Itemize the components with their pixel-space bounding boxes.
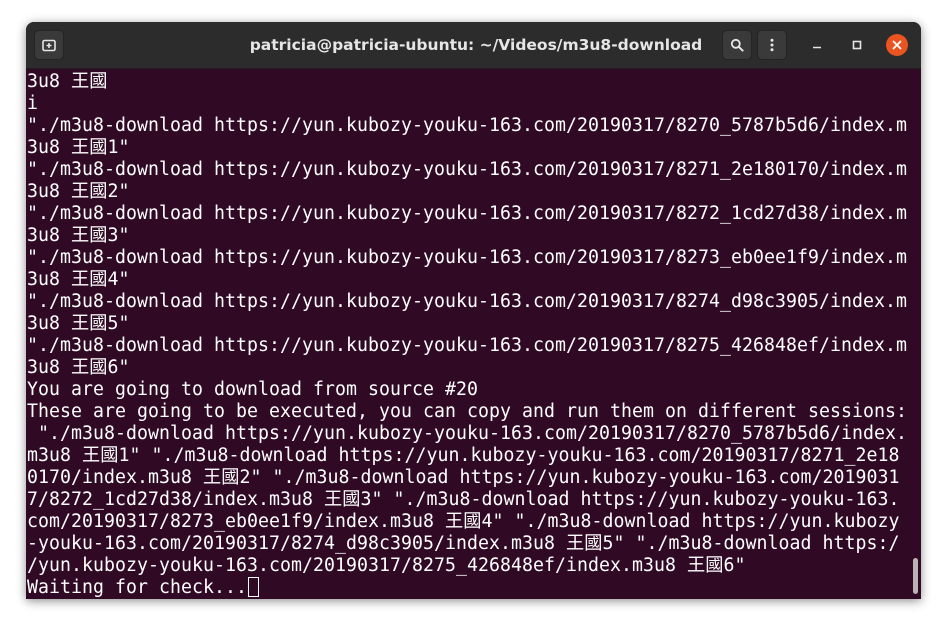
terminal-line: -youku-163.com/20190317/8274_d98c3905/in… [27, 533, 900, 554]
search-button[interactable] [722, 30, 752, 60]
kebab-menu-icon [770, 38, 774, 52]
terminal-line: "./m3u8-download https://yun.kubozy-youk… [27, 335, 907, 356]
terminal-line: i [27, 93, 38, 114]
terminal-line: 3u8 王國 [27, 71, 108, 92]
terminal-line: 3u8 王國2" [27, 181, 130, 202]
terminal-line: "./m3u8-download https://yun.kubozy-youk… [27, 159, 907, 180]
terminal-output-area[interactable]: 3u8 王國 i "./m3u8-download https://yun.ku… [26, 69, 921, 599]
maximize-button[interactable] [846, 34, 868, 56]
terminal-line: 7/8272_1cd27d38/index.m3u8 王國3" "./m3u8-… [27, 489, 900, 510]
terminal-line: /yun.kubozy-youku-163.com/20190317/8275_… [27, 555, 746, 576]
terminal-line: com/20190317/8273_eb0ee1f9/index.m3u8 王國… [27, 511, 900, 532]
terminal-window: patricia@patricia-ubuntu: ~/Videos/m3u8-… [26, 22, 921, 599]
minimize-icon [813, 46, 821, 49]
terminal-line: 3u8 王國3" [27, 225, 130, 246]
prompt-text: Waiting for check... [27, 577, 247, 598]
terminal-line: "./m3u8-download https://yun.kubozy-youk… [27, 203, 907, 224]
terminal-line: 3u8 王國6" [27, 357, 130, 378]
search-icon [730, 38, 744, 52]
maximize-icon [852, 40, 862, 50]
scrollbar[interactable] [910, 69, 921, 599]
terminal-line: 3u8 王國1" [27, 137, 130, 158]
window-title: patricia@patricia-ubuntu: ~/Videos/m3u8-… [249, 36, 703, 54]
terminal-line: You are going to download from source #2… [27, 379, 478, 400]
close-icon [892, 40, 902, 50]
terminal-line: "./m3u8-download https://yun.kubozy-youk… [27, 291, 907, 312]
terminal-line: 3u8 王國4" [27, 269, 130, 290]
menu-button[interactable] [757, 30, 787, 60]
terminal-line: "./m3u8-download https://yun.kubozy-youk… [27, 115, 907, 136]
close-button[interactable] [886, 34, 908, 56]
new-tab-button[interactable] [34, 30, 64, 60]
terminal-line: m3u8 王國1" "./m3u8-download https://yun.k… [27, 445, 900, 466]
text-cursor [248, 577, 259, 597]
terminal-line: 0170/index.m3u8 王國2" "./m3u8-download ht… [27, 467, 900, 488]
title-bar[interactable]: patricia@patricia-ubuntu: ~/Videos/m3u8-… [26, 22, 921, 69]
terminal-line: "./m3u8-download https://yun.kubozy-youk… [27, 247, 907, 268]
terminal-line: These are going to be executed, you can … [27, 401, 907, 422]
terminal-text: 3u8 王國 i "./m3u8-download https://yun.ku… [27, 71, 911, 599]
terminal-prompt-line: Waiting for check... [27, 577, 911, 599]
scrollbar-thumb[interactable] [913, 558, 918, 594]
minimize-button[interactable] [806, 34, 828, 56]
terminal-line: 3u8 王國5" [27, 313, 130, 334]
terminal-line: "./m3u8-download https://yun.kubozy-youk… [27, 423, 907, 444]
new-tab-icon [42, 39, 56, 52]
